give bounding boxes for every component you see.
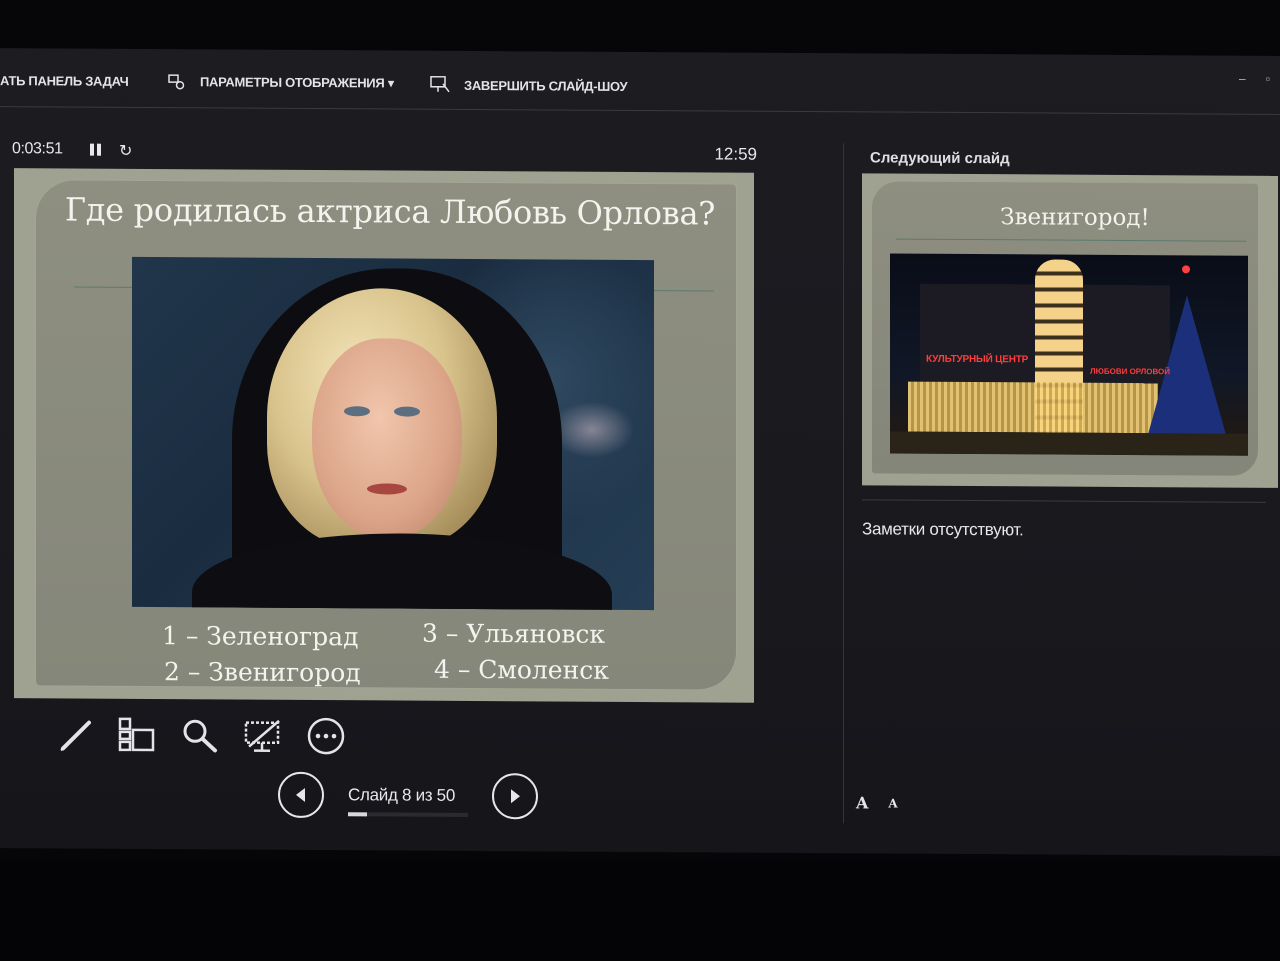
notes-font-controls: A A bbox=[856, 793, 898, 812]
building-sign-2: ЛЮБОВИ ОРЛОВОЙ bbox=[1090, 366, 1171, 377]
elapsed-timer: 0:03:51 bbox=[12, 140, 63, 158]
speaker-notes[interactable]: Заметки отсутствуют. bbox=[862, 519, 1023, 540]
slide-title: Где родилась актриса Любовь Орлова? bbox=[64, 190, 716, 233]
monitor-bezel bbox=[0, 860, 1280, 961]
end-slideshow-label: ЗАВЕРШИТЬ СЛАЙД-ШОУ bbox=[464, 77, 628, 94]
pause-timer-icon[interactable] bbox=[90, 144, 102, 156]
display-settings-icon bbox=[168, 74, 185, 90]
black-screen-icon[interactable] bbox=[243, 716, 283, 756]
slide-navigation: Слайд 8 из 50 bbox=[278, 771, 540, 824]
next-slide-preview[interactable]: Звенигород! КУЛЬТУРНЫЙ ЦЕНТР ЛЮБОВИ ОРЛО… bbox=[862, 173, 1278, 488]
timer-row: 0:03:51 ↻ 12:59 bbox=[12, 140, 757, 167]
more-options-icon[interactable] bbox=[306, 716, 346, 756]
end-slideshow-icon bbox=[430, 75, 450, 93]
restart-timer-icon[interactable]: ↻ bbox=[119, 141, 132, 161]
current-slide[interactable]: Где родилась актриса Любовь Орлова? 1 – … bbox=[14, 168, 754, 703]
minimize-button[interactable]: – bbox=[1239, 72, 1246, 86]
decrease-font-button[interactable]: A bbox=[888, 797, 897, 813]
answer-option: 4 – Смоленск bbox=[434, 654, 609, 685]
zoom-icon[interactable] bbox=[180, 715, 220, 755]
pen-icon[interactable] bbox=[55, 714, 95, 754]
chevron-left-icon bbox=[296, 787, 305, 802]
next-slide-button[interactable] bbox=[492, 773, 538, 820]
cultural-center-photo: КУЛЬТУРНЫЙ ЦЕНТР ЛЮБОВИ ОРЛОВОЙ bbox=[890, 253, 1248, 456]
increase-font-button[interactable]: A bbox=[856, 793, 868, 812]
actress-photo bbox=[132, 256, 654, 611]
answer-option: 2 – Звенигород bbox=[164, 657, 361, 688]
slide-progress-fill bbox=[348, 812, 368, 817]
slide-tools bbox=[55, 714, 355, 756]
presenter-view: АТЬ ПАНЕЛЬ ЗАДАЧ ПАРАМЕТРЫ ОТОБРАЖЕНИЯ ▾… bbox=[0, 48, 1280, 856]
next-slide-label: Следующий слайд bbox=[870, 149, 1010, 168]
slide-progress-bar bbox=[348, 812, 468, 817]
show-taskbar-button[interactable]: АТЬ ПАНЕЛЬ ЗАДАЧ bbox=[0, 73, 129, 89]
window-controls: – ▫ bbox=[1239, 72, 1270, 86]
answer-option: 1 – Зеленоград bbox=[162, 621, 359, 652]
slide-counter[interactable]: Слайд 8 из 50 bbox=[348, 785, 455, 806]
chevron-right-icon bbox=[511, 789, 520, 804]
previous-slide-button[interactable] bbox=[278, 771, 324, 819]
answer-option: 3 – Ульяновск bbox=[422, 618, 606, 649]
display-settings-button[interactable]: ПАРАМЕТРЫ ОТОБРАЖЕНИЯ ▾ bbox=[168, 74, 394, 91]
show-taskbar-label: АТЬ ПАНЕЛЬ ЗАДАЧ bbox=[0, 73, 129, 89]
display-settings-label: ПАРАМЕТРЫ ОТОБРАЖЕНИЯ ▾ bbox=[200, 74, 394, 91]
next-slide-title: Звенигород! bbox=[1000, 204, 1150, 232]
current-time: 12:59 bbox=[714, 144, 757, 164]
building-sign: КУЛЬТУРНЫЙ ЦЕНТР bbox=[926, 353, 1029, 366]
slides-grid-icon[interactable] bbox=[117, 715, 157, 755]
answer-options: 1 – Зеленоград 2 – Звенигород 3 – Ульяно… bbox=[154, 618, 634, 704]
pane-divider bbox=[843, 143, 844, 824]
restore-button[interactable]: ▫ bbox=[1266, 72, 1270, 86]
end-slideshow-button[interactable]: ЗАВЕРШИТЬ СЛАЙД-ШОУ bbox=[430, 75, 628, 95]
notes-divider bbox=[862, 499, 1266, 503]
